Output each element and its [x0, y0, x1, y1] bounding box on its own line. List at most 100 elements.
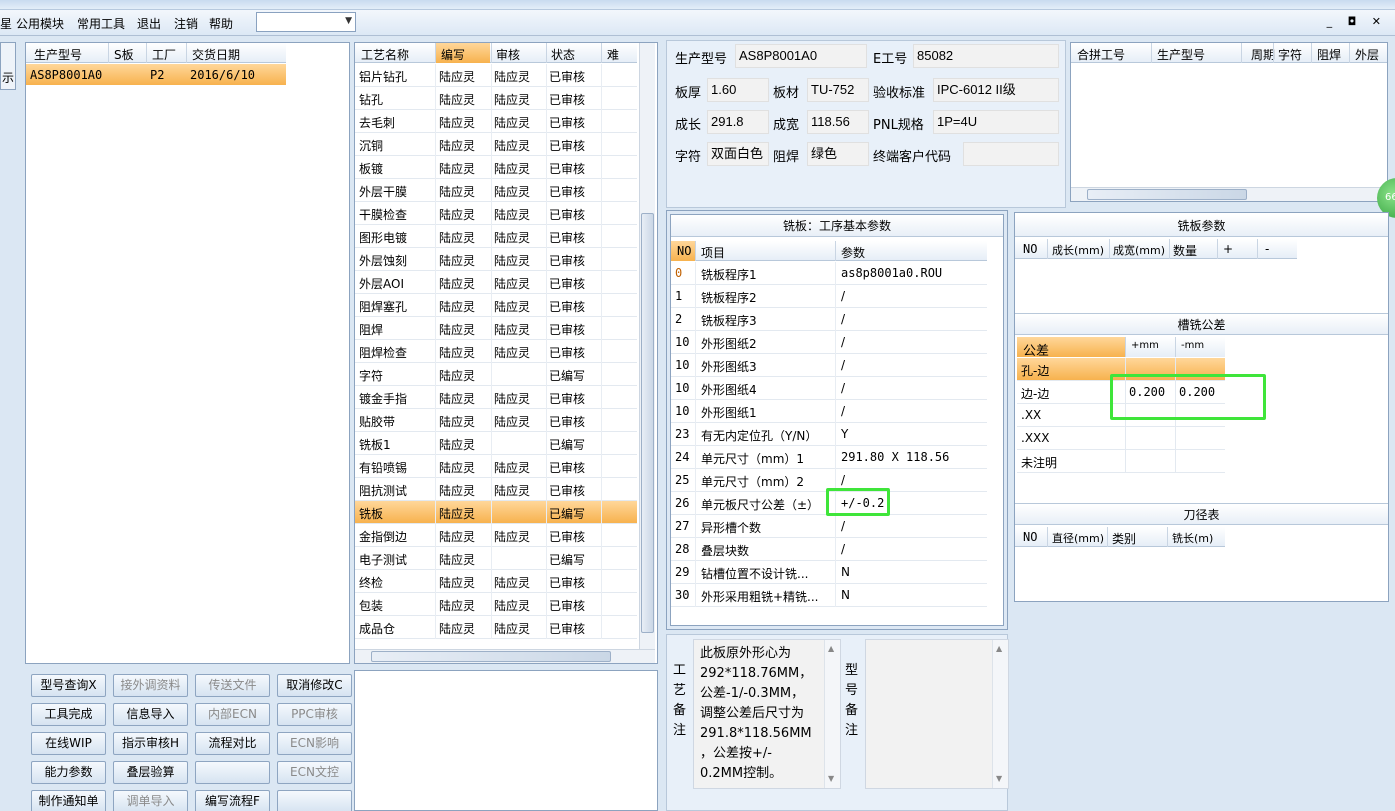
col-status[interactable]: 状态 — [551, 46, 575, 63]
table-row[interactable]: 电子测试 陆应灵 已编写 — [355, 547, 637, 570]
table-row[interactable]: AS8P8001A0 P2 2016/6/10 — [26, 64, 286, 85]
proc-remark-field[interactable]: 此板原外形心为 292*118.76MM， 公差-1/-0.3MM， 调整公差后尺寸为… — [693, 639, 841, 789]
pnl-field[interactable]: 1P=4U — [933, 110, 1059, 134]
action-button[interactable]: 取消修改C — [277, 674, 352, 697]
table-row[interactable]: 铣板 陆应灵 已编写 — [355, 501, 637, 524]
table-row[interactable]: 去毛刺 陆应灵 陆应灵 已审核 — [355, 110, 637, 133]
col-model[interactable]: 生产型号 — [34, 46, 82, 63]
table-row[interactable]: 1 铣板程序2/ — [671, 285, 987, 308]
action-button[interactable]: 工具完成 — [31, 703, 106, 726]
width-field[interactable]: 118.56 — [807, 110, 869, 134]
table-row[interactable]: 24 单元尺寸（mm）1 291.80 X 118.56 — [671, 446, 987, 469]
table-row[interactable]: 包装 陆应灵 陆应灵 已审核 — [355, 593, 637, 616]
menu-item-tools[interactable]: 常用工具 — [77, 15, 125, 32]
table-row[interactable]: 阻焊 陆应灵 陆应灵 已审核 — [355, 317, 637, 340]
col-s-board[interactable]: S板 — [114, 46, 134, 63]
side-stub[interactable]: 示 — [0, 42, 16, 90]
e-no-field[interactable]: 85082 — [913, 44, 1059, 68]
char-field[interactable]: 双面白色 — [707, 142, 769, 166]
model-field[interactable]: AS8P8001A0 — [735, 44, 867, 68]
action-button[interactable]: 在线WIP — [31, 732, 106, 755]
length-field[interactable]: 291.8 — [707, 110, 769, 134]
action-button[interactable]: ECN文控 — [277, 761, 352, 784]
menu-item-help[interactable]: 帮助 — [209, 15, 233, 32]
action-button[interactable] — [195, 761, 270, 784]
action-button[interactable]: 信息导入 — [113, 703, 188, 726]
action-button[interactable]: 传送文件 — [195, 674, 270, 697]
col-factory[interactable]: 工厂 — [152, 46, 176, 63]
remark-vscroll[interactable]: ▲ ▼ — [992, 640, 1008, 788]
combo-hscroll[interactable] — [1071, 187, 1387, 201]
window-controls[interactable]: _ ◘ ✕ — [1327, 15, 1387, 28]
action-button[interactable]: PPC审核 — [277, 703, 352, 726]
customer-code-field[interactable] — [963, 142, 1059, 166]
action-button[interactable]: 型号查询X — [31, 674, 106, 697]
action-button[interactable]: 编写流程F — [195, 790, 270, 811]
std-field[interactable]: IPC-6012 II级 — [933, 78, 1059, 102]
action-button[interactable]: 流程对比 — [195, 732, 270, 755]
table-row[interactable]: 28 叠层块数 / — [671, 538, 987, 561]
material-field[interactable]: TU-752 — [807, 78, 869, 102]
table-row[interactable]: 图形电镀 陆应灵 陆应灵 已审核 — [355, 225, 637, 248]
menu-item-logout[interactable]: 注销 — [174, 15, 198, 32]
scroll-thumb-h[interactable] — [1087, 189, 1247, 200]
table-row[interactable]: 10 外形图纸4/ — [671, 377, 987, 400]
action-button[interactable]: 能力参数 — [31, 761, 106, 784]
menu-item-star[interactable]: 星 — [0, 15, 12, 32]
table-row[interactable]: 阻抗测试 陆应灵 陆应灵 已审核 — [355, 478, 637, 501]
table-row[interactable]: 阻焊塞孔 陆应灵 陆应灵 已审核 — [355, 294, 637, 317]
table-row[interactable]: 铣板1 陆应灵 已编写 — [355, 432, 637, 455]
menu-item-exit[interactable]: 退出 — [137, 15, 161, 32]
action-button[interactable]: ECN影响 — [277, 732, 352, 755]
table-row[interactable]: 金指倒边 陆应灵 陆应灵 已审核 — [355, 524, 637, 547]
table-row[interactable]: 沉铜 陆应灵 陆应灵 已审核 — [355, 133, 637, 156]
action-button[interactable]: 接外调资料 — [113, 674, 188, 697]
scroll-thumb[interactable] — [641, 213, 654, 633]
process-hscroll[interactable] — [355, 649, 655, 663]
table-row[interactable]: 10 外形图纸1/ — [671, 400, 987, 423]
table-row[interactable]: 未注明 — [1017, 450, 1225, 473]
table-row[interactable]: 29 钻槽位置不设计铣... N — [671, 561, 987, 584]
scroll-thumb-h[interactable] — [371, 651, 611, 662]
mask-field[interactable]: 绿色 — [807, 142, 869, 166]
table-row[interactable]: 字符 陆应灵 已编写 — [355, 363, 637, 386]
process-vscroll[interactable] — [639, 43, 655, 649]
menu-item-public[interactable]: 公用模块 — [16, 15, 64, 32]
table-row[interactable]: 30 外形采用粗铣+精铣... N — [671, 584, 987, 607]
table-row[interactable]: 镀金手指 陆应灵 陆应灵 已审核 — [355, 386, 637, 409]
table-row[interactable]: 2 铣板程序3/ — [671, 308, 987, 331]
table-row[interactable]: 终检 陆应灵 陆应灵 已审核 — [355, 570, 637, 593]
table-row[interactable]: 外层蚀刻 陆应灵 陆应灵 已审核 — [355, 248, 637, 271]
col-process-name[interactable]: 工艺名称 — [361, 46, 409, 63]
action-button[interactable]: 调单导入 — [113, 790, 188, 811]
table-row[interactable]: 贴胶带 陆应灵 陆应灵 已审核 — [355, 409, 637, 432]
table-row[interactable]: .XXX — [1017, 427, 1225, 450]
table-row[interactable]: 成品仓 陆应灵 陆应灵 已审核 — [355, 616, 637, 639]
table-row[interactable]: 钻孔 陆应灵 陆应灵 已审核 — [355, 87, 637, 110]
action-button[interactable]: 内部ECN — [195, 703, 270, 726]
action-button[interactable]: 叠层验算 — [113, 761, 188, 784]
table-row[interactable]: 板镀 陆应灵 陆应灵 已审核 — [355, 156, 637, 179]
table-row[interactable]: 阻焊检查 陆应灵 陆应灵 已审核 — [355, 340, 637, 363]
col-difficulty[interactable]: 难 — [607, 46, 619, 63]
col-delivery[interactable]: 交货日期 — [192, 46, 240, 63]
table-row[interactable]: 有铅喷锡 陆应灵 陆应灵 已审核 — [355, 455, 637, 478]
table-row[interactable]: 铝片钻孔 陆应灵 陆应灵 已审核 — [355, 64, 637, 87]
table-row[interactable]: 外层AOI 陆应灵 陆应灵 已审核 — [355, 271, 637, 294]
table-row[interactable]: 27 异形槽个数 / — [671, 515, 987, 538]
table-row[interactable]: 23 有无内定位孔（Y/N） Y — [671, 423, 987, 446]
toolbar-combo[interactable]: ▼ — [256, 12, 356, 32]
table-row[interactable]: 干膜检查 陆应灵 陆应灵 已审核 — [355, 202, 637, 225]
table-row[interactable]: 10 外形图纸3/ — [671, 354, 987, 377]
col-reviewer[interactable]: 审核 — [496, 46, 520, 63]
model-remark-field[interactable]: ▲ ▼ — [865, 639, 1009, 789]
col-writer[interactable]: 编写 — [441, 46, 465, 63]
action-button[interactable]: 制作通知单 — [31, 790, 106, 811]
action-button[interactable]: 指示审核H — [113, 732, 188, 755]
thickness-field[interactable]: 1.60 — [707, 78, 769, 102]
action-button[interactable] — [277, 790, 352, 811]
table-row[interactable]: 0 铣板程序1 as8p8001a0.ROU — [671, 262, 987, 285]
table-row[interactable]: 10 外形图纸2/ — [671, 331, 987, 354]
remark-vscroll[interactable]: ▲ ▼ — [824, 640, 840, 788]
table-row[interactable]: 外层干膜 陆应灵 陆应灵 已审核 — [355, 179, 637, 202]
